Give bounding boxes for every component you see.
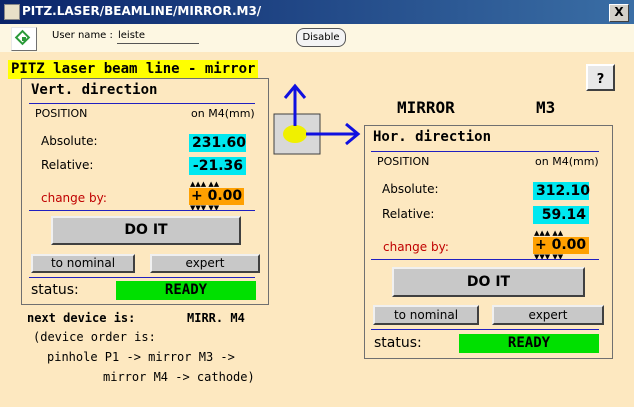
title-bar: PITZ.LASER/BEAMLINE/MIRROR.M3/ <box>0 0 634 24</box>
horizontal-do-it-button[interactable]: DO IT <box>392 267 585 297</box>
direction-diagram <box>272 80 362 160</box>
vertical-to-nominal-button[interactable]: to nominal <box>31 254 135 273</box>
horizontal-change-input[interactable]: + 0.00 <box>533 237 589 254</box>
window-title: PITZ.LASER/BEAMLINE/MIRROR.M3/ <box>22 4 262 18</box>
vertical-position-unit: on M4(mm) <box>191 107 255 120</box>
horizontal-status-label: status: <box>374 335 422 351</box>
vertical-status-label: status: <box>31 282 79 298</box>
user-name-value: leiste <box>118 30 145 41</box>
vertical-status-divider <box>29 277 255 278</box>
vertical-expert-button[interactable]: expert <box>150 254 260 273</box>
help-button[interactable]: ? <box>586 64 615 91</box>
horizontal-status-divider <box>371 329 599 330</box>
next-device-value: MIRR. M4 <box>187 311 245 325</box>
mirror-id: M3 <box>536 98 556 117</box>
vertical-title-divider <box>29 103 255 104</box>
xy-arrows-icon <box>273 83 361 155</box>
horizontal-increment-arrows[interactable]: ▲▲▲ ▲▲ <box>534 230 563 237</box>
horizontal-change-label: change by: <box>383 240 449 254</box>
horizontal-change-divider <box>371 259 599 260</box>
user-name-underline <box>117 43 199 44</box>
vertical-increment-arrows[interactable]: ▲▲▲ ▲▲ <box>190 181 219 188</box>
device-order-line-1: (device order is: <box>33 330 156 344</box>
horizontal-absolute-label: Absolute: <box>382 182 439 196</box>
mirror-label: MIRROR <box>397 98 455 117</box>
vertical-change-divider <box>29 210 255 211</box>
diamond-center-dot <box>22 37 26 41</box>
horizontal-absolute-value: 312.10 <box>533 182 590 200</box>
horizontal-relative-label: Relative: <box>382 207 435 221</box>
horizontal-position-unit: on M4(mm) <box>535 155 599 168</box>
horizontal-panel-title: Hor. direction <box>373 129 492 145</box>
window-app-icon <box>4 4 20 20</box>
vertical-position-label: POSITION <box>35 107 88 120</box>
horizontal-relative-value: 59.14 <box>533 206 589 224</box>
disable-button[interactable]: Disable <box>296 28 346 47</box>
horizontal-to-nominal-button[interactable]: to nominal <box>373 305 479 325</box>
vertical-do-it-button[interactable]: DO IT <box>51 216 241 245</box>
beam-spot-icon <box>283 125 307 143</box>
user-name-label: User name : <box>52 30 113 41</box>
vertical-absolute-label: Absolute: <box>41 134 98 148</box>
horizontal-title-divider <box>371 151 599 152</box>
vertical-status-value: READY <box>116 281 256 300</box>
next-device-label: next device is: <box>27 311 136 325</box>
horizontal-expert-button[interactable]: expert <box>492 305 604 325</box>
close-button[interactable]: X <box>609 4 629 22</box>
vertical-relative-value: -21.36 <box>189 157 246 175</box>
device-order-line-2: pinhole P1 -> mirror M3 -> <box>47 350 235 364</box>
vertical-relative-label: Relative: <box>41 158 94 172</box>
vertical-panel-title: Vert. direction <box>31 82 158 98</box>
vertical-change-input[interactable]: + 0.00 <box>189 188 244 205</box>
device-order-line-3: mirror M4 -> cathode) <box>103 370 255 384</box>
horizontal-position-label: POSITION <box>377 155 430 168</box>
page-title: PITZ laser beam line - mirror <box>8 60 259 79</box>
horizontal-status-value: READY <box>459 334 599 353</box>
home-button[interactable] <box>11 27 37 51</box>
vertical-change-label: change by: <box>41 191 107 205</box>
vertical-absolute-value: 231.60 <box>189 134 246 152</box>
